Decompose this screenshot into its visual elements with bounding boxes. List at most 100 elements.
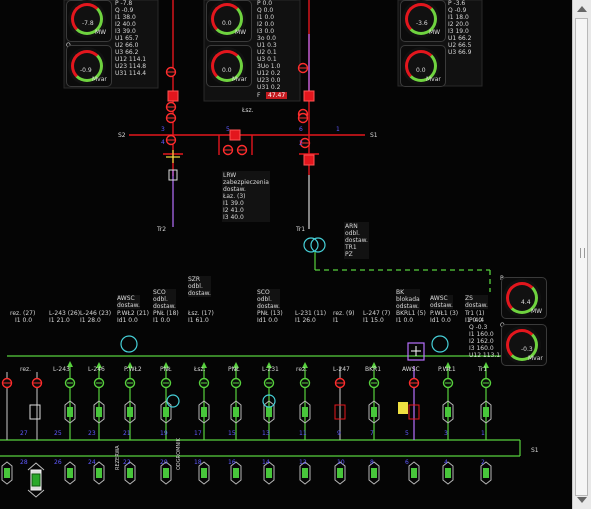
bay-number-lower: 10	[337, 459, 345, 466]
feeder-label: PNŁ (13)	[257, 310, 283, 317]
arn-title: ARN	[345, 223, 358, 230]
q-gauge-mid: 0.0 Mvar	[208, 47, 247, 85]
bay-number: 9	[337, 430, 341, 437]
feeder-label: L-243 (26)	[49, 310, 81, 317]
scroll-down-icon[interactable]	[577, 497, 587, 503]
bay-number: 27	[20, 430, 28, 437]
tm-row: I3 0.0	[257, 28, 275, 35]
feeder-name: rez.	[20, 366, 32, 373]
bay-number-lower: 22	[123, 459, 131, 466]
tm-row: U3 0.1	[257, 56, 277, 63]
feeder-label: L-231 (11)	[295, 310, 327, 317]
q-unit-mid: Mvar	[232, 76, 247, 83]
field-number: 2	[299, 140, 303, 147]
bay-number: 7	[370, 430, 374, 437]
status-box: SCO odbl. dostaw.	[153, 289, 176, 310]
tr-row: U1 66.2	[448, 35, 472, 42]
tl-row: U1 65.7	[115, 35, 139, 42]
bay-number-lower: 24	[88, 459, 96, 466]
bay-number: 11	[299, 430, 307, 437]
status-box: AWSC odstaw.	[430, 295, 453, 309]
feeder-label: L-247 (7)	[363, 310, 391, 317]
bay-number: 25	[54, 430, 62, 437]
feeder-label: P.WŁ2 (21)	[117, 310, 149, 317]
field-number: 5	[226, 126, 230, 133]
feeder-value: I1 61.0	[188, 317, 209, 324]
bay-number-lower: 26	[54, 459, 62, 466]
feeder-value: Id1 0.0	[117, 317, 138, 324]
scroll-up-icon[interactable]	[577, 6, 587, 12]
bay-number: 23	[88, 430, 96, 437]
box-line: odbl.	[188, 283, 203, 290]
bay-number-lower: 6	[405, 459, 409, 466]
q-value-right: 0.0	[416, 67, 426, 74]
tm-row: U12 0.2	[257, 70, 281, 77]
bay-number: 21	[123, 430, 131, 437]
bus-label-s2: S2	[118, 132, 126, 139]
p-value-left: -7.8	[82, 20, 94, 27]
bay-number: 17	[194, 430, 202, 437]
bay-number: 15	[228, 430, 236, 437]
tr-row: I1 18.0	[448, 14, 469, 21]
feeder-name: L-247	[333, 366, 350, 373]
status-box: BK blokada odstaw.	[396, 289, 420, 310]
status-box: ZS dostaw.	[465, 295, 488, 309]
scrollbar-grip-icon	[580, 248, 585, 258]
coupler-label: Łsz.	[242, 107, 254, 114]
bay-number-lower: 20	[160, 459, 168, 466]
transformer-label-tr2: Tr2	[157, 226, 167, 233]
r-row: I2 162.0	[469, 338, 494, 345]
bay-number: 19	[160, 430, 168, 437]
p-gauge-mid: 0.0 MW	[208, 0, 246, 38]
feeder-label: BKRL1 (5)	[396, 310, 426, 317]
bay-number-lower: 28	[20, 459, 28, 466]
feeder-value: I1 26.0	[295, 317, 316, 324]
feeder-value: I1 0.0	[465, 317, 483, 324]
tm-row: Q 0.0	[257, 7, 274, 14]
feeder-value: Id1 0.0	[257, 317, 278, 324]
bay-number-lower: 12	[299, 459, 307, 466]
feeder-value: I1 15.0	[363, 317, 384, 324]
tm-row: P 0.0	[257, 0, 273, 7]
field-number: 4	[161, 139, 165, 146]
p-value-lower: 4.4	[521, 299, 531, 306]
p-gauge-lower: 4.4 MW	[503, 279, 543, 317]
lrw-box: LRW zabezpieczenia dostaw. Łaz. (3) I1 3…	[222, 171, 270, 222]
box-line: dostaw.	[257, 303, 280, 310]
feeder-value: I1 0.0	[153, 317, 171, 324]
feeder-value: I1 0.0	[15, 317, 33, 324]
feeder-name: Tr1	[478, 366, 488, 373]
box-title: SZR	[188, 276, 201, 283]
feeder-name: PNŁ	[160, 366, 172, 373]
arn-line: dostaw.	[345, 237, 368, 244]
lower-bus-label: S1	[531, 447, 539, 454]
lrw-line: Łaz. (3)	[223, 193, 246, 200]
tr-row: Q -0.9	[448, 7, 467, 14]
p-unit-lower: MW	[531, 308, 543, 315]
feeder-value: I1	[333, 317, 339, 324]
status-box: AWSC dostaw.	[117, 295, 140, 309]
feeder-label: P.WŁ1 (3)	[430, 310, 459, 317]
arn-box: ARN odbl. dostaw. TR1 PZ	[344, 222, 369, 259]
r-row: U12 113.1	[469, 352, 501, 359]
feeder-name: BKR1	[365, 366, 382, 373]
feeder-label: rez. (9)	[333, 310, 355, 317]
p-unit-mid: MW	[235, 29, 247, 36]
rotated-label: REZERWA	[115, 445, 121, 470]
q-value-left: -0.9	[80, 67, 92, 74]
bay-number: 13	[262, 430, 270, 437]
box-title: BK	[396, 289, 405, 296]
tl-row: U12 114.1	[115, 56, 147, 63]
lrw-line: dostaw.	[223, 186, 246, 193]
p-gauge-right: -3.6 MW	[402, 0, 440, 38]
feeder-name: Łsz.	[194, 366, 206, 373]
box-line: dostaw.	[153, 303, 176, 310]
feeder-label: rez. (27)	[10, 310, 36, 317]
feeder-name: P.WŁ1	[438, 366, 456, 373]
bus-label-s1: S1	[370, 132, 378, 139]
top-mid-table: P 0.0 Q 0.0 I1 0.0 I2 0.0 I3 0.0 3o 0.0 …	[257, 0, 280, 91]
q-value-lower: -0.3	[521, 346, 533, 353]
bay-number: 5	[405, 430, 409, 437]
tl-row: U3 66.2	[115, 49, 139, 56]
rotated-label: ODGROMNIK	[176, 438, 182, 470]
